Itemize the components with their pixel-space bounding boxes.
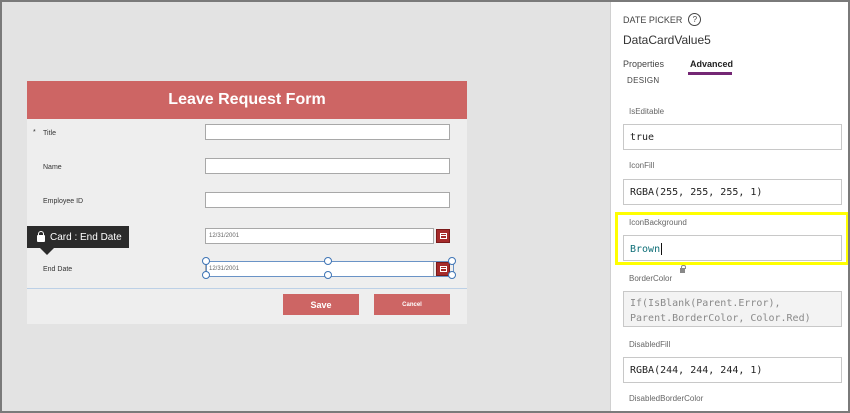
iconbackground-field[interactable]: Brown [623,235,842,261]
control-type-label: DATE PICKER [623,14,683,25]
start-date-input[interactable]: 12/31/2001 [205,228,434,244]
calendar-icon [440,233,447,239]
resize-handle-top-left[interactable] [202,257,210,265]
name-input[interactable] [205,158,450,174]
tab-advanced[interactable]: Advanced [690,59,733,69]
section-title-design: DESIGN [627,76,660,85]
iconbackground-value: Brown [630,244,661,255]
cancel-button[interactable]: Cancel [374,294,450,315]
iseditable-label: IsEditable [629,107,665,116]
disabledfill-label: DisabledFill [629,340,671,349]
bordercolor-label: BorderColor [629,274,673,283]
title-label: Title [43,130,56,137]
properties-panel: DATE PICKER ? DataCardValue5 Properties … [610,2,848,411]
tab-properties[interactable]: Properties [623,59,664,69]
iconbackground-label: IconBackground [629,218,687,227]
card-separator [27,288,467,289]
leave-request-form[interactable]: Leave Request Form * Title Name Employee… [27,81,467,324]
tooltip-arrow [40,248,54,255]
help-icon[interactable]: ? [688,13,702,26]
resize-handle-top-right[interactable] [448,257,456,265]
title-input[interactable] [205,124,450,140]
control-name[interactable]: DataCardValue5 [623,33,711,47]
disabledbordercolor-label: DisabledBorderColor [629,394,704,403]
end-date-label: End Date [43,266,73,273]
resize-handle-bottom-right[interactable] [448,271,456,279]
start-date-calendar-button[interactable] [436,229,450,243]
form-header: Leave Request Form [27,81,467,119]
name-label: Name [43,164,62,171]
employee-id-label: Employee ID [43,198,84,205]
bordercolor-line-1: If(IsBlank(Parent.Error), [630,298,781,309]
resize-handle-bottom[interactable] [324,271,332,279]
text-caret [661,243,663,255]
required-marker: * [33,129,36,136]
control-type-header: DATE PICKER ? [623,13,702,26]
resize-handle-bottom-left[interactable] [202,271,210,279]
iconfill-field[interactable]: RGBA(255, 255, 255, 1) [623,179,842,205]
iconfill-label: IconFill [629,161,655,170]
lock-icon [680,265,686,273]
tooltip-text: Card : End Date [50,231,122,243]
active-tab-indicator [688,72,732,75]
bordercolor-line-2: Parent.BorderColor, Color.Red) [630,313,811,324]
disabledfill-field[interactable]: RGBA(244, 244, 244, 1) [623,357,842,383]
app-frame: Leave Request Form * Title Name Employee… [2,2,848,411]
card-tooltip: Card : End Date [27,226,129,248]
iseditable-field[interactable]: true [623,124,842,150]
bordercolor-field[interactable]: If(IsBlank(Parent.Error), Parent.BorderC… [623,291,842,327]
resize-handle-top[interactable] [324,257,332,265]
employee-id-input[interactable] [205,192,450,208]
save-button[interactable]: Save [283,294,359,315]
lock-icon [37,231,45,242]
